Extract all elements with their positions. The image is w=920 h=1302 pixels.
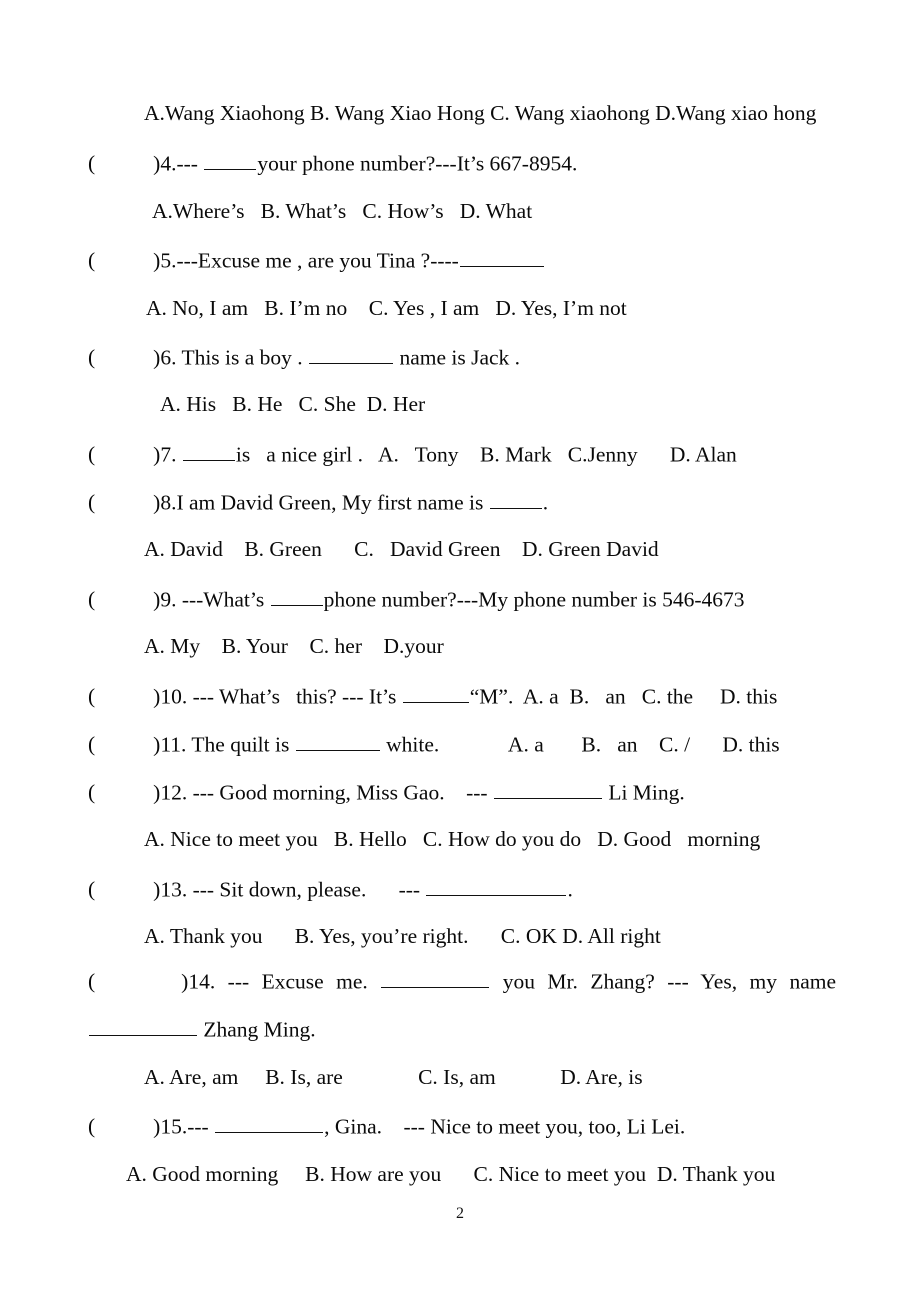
question-14-number: )14. [181, 969, 216, 994]
question-14-blank-1[interactable] [381, 967, 490, 989]
question-13-text-after: . [567, 877, 573, 902]
question-14-stem: ()14. --- Excuse me. you Mr. Zhang? --- … [88, 967, 836, 994]
question-5-blank[interactable] [459, 246, 544, 268]
question-10-blank[interactable] [402, 682, 469, 704]
question-4-stem: ( )4.--- your phone number?---It’s 667-89… [88, 149, 577, 176]
question-9-options: A. My B. Your C. her D.your [144, 634, 444, 658]
question-15-blank[interactable] [215, 1112, 324, 1134]
question-14-w1: --- [227, 969, 250, 994]
question-15-options: A. Good morning B. How are you C. Nice t… [126, 1162, 776, 1186]
question-7-blank[interactable] [182, 440, 235, 462]
question-8-options: A. David B. Green C. David Green D. Gree… [144, 537, 659, 561]
question-5-text: )5.---Excuse me , are you Tina ?---- [153, 248, 459, 273]
question-6-stem: ( )6. This is a boy . name is Jack . [88, 343, 520, 370]
question-12-stem: ( )12. --- Good morning, Miss Gao. --- Li… [88, 778, 685, 805]
answer-bracket-open: ( [88, 151, 96, 176]
question-8-text-after: . [542, 490, 549, 515]
answer-bracket-open: ( [88, 490, 96, 515]
question-6-text-after: name is Jack . [394, 345, 521, 370]
question-14-options: A. Are, am B. Is, are C. Is, am D. Are, … [144, 1065, 643, 1089]
answer-bracket-open: ( [88, 345, 96, 370]
question-14-w10: name [789, 969, 837, 994]
question-14-w5: Mr. [547, 969, 578, 994]
question-10-stem: ( )10. --- What’s this? --- It’s “M”. A. … [88, 682, 777, 709]
answer-bracket-open: ( [88, 684, 96, 709]
question-13-stem: ( )13. --- Sit down, please. --- . [88, 875, 573, 902]
question-5-options: A. No, I am B. I’m no C. Yes , I am D. Y… [146, 296, 627, 320]
question-14-blank-2[interactable] [89, 1015, 197, 1037]
question-14-w8: Yes, [700, 969, 738, 994]
question-14-w4: you [502, 969, 535, 994]
question-6-options: A. His B. He C. She D. Her [160, 392, 426, 416]
question-9-text-after: phone number?---My phone number is 546-4… [323, 587, 745, 612]
question-11-stem: ( )11. The quilt is white. A. a B. an C. … [88, 730, 780, 757]
question-8-text-before: )8.I am David Green, My first name is [153, 490, 489, 515]
question-8-blank[interactable] [489, 488, 542, 510]
question-12-options: A. Nice to meet you B. Hello C. How do y… [144, 827, 761, 851]
question-13-options: A. Thank you B. Yes, you’re right. C. OK… [144, 924, 661, 948]
question-11-blank[interactable] [295, 730, 380, 752]
question-6-text-before: )6. This is a boy . [153, 345, 309, 370]
question-5-stem: ( )5.---Excuse me , are you Tina ?---- [88, 246, 545, 273]
question-15-stem: ( )15.--- , Gina. --- Nice to meet you, t… [88, 1112, 685, 1139]
question-7-number: )7. [153, 442, 182, 467]
answer-bracket-open: ( [88, 732, 96, 757]
question-13-blank[interactable] [426, 875, 567, 897]
question-3-options: A.Wang Xiaohong B. Wang Xiao Hong C. Wan… [144, 101, 817, 125]
question-12-text-before: )12. --- Good morning, Miss Gao. --- [153, 780, 493, 805]
question-7-text-and-options: is a nice girl . A. Tony B. Mark C.Jenny… [235, 442, 737, 467]
question-8-stem: ( )8.I am David Green, My first name is . [88, 488, 548, 515]
answer-bracket-open: ( [88, 969, 96, 994]
question-14-w7: --- [667, 969, 689, 994]
document-page: A.Wang Xiaohong B. Wang Xiao Hong C. Wan… [0, 0, 920, 1302]
question-4-blank[interactable] [204, 149, 257, 171]
question-14-w2: Excuse [261, 969, 324, 994]
answer-bracket-open: ( [88, 442, 96, 467]
question-4-text-before: )4.--- [153, 151, 204, 176]
question-15-text-before: )15.--- [153, 1114, 215, 1139]
answer-bracket-open: ( [88, 877, 96, 902]
question-7-stem: ( )7. is a nice girl . A. Tony B. Mark C.… [88, 440, 737, 467]
answer-bracket-open: ( [88, 587, 96, 612]
answer-bracket-open: ( [88, 780, 96, 805]
question-9-blank[interactable] [270, 585, 323, 607]
question-11-text-after: white. A. a B. an C. / D. this [380, 732, 780, 757]
question-11-text-before: )11. The quilt is [153, 732, 295, 757]
page-number: 2 [456, 1205, 464, 1222]
question-6-blank[interactable] [309, 343, 394, 365]
question-10-text-before: )10. --- What’s this? --- It’s [153, 684, 402, 709]
question-9-stem: ( )9. ---What’s phone number?---My phone … [88, 585, 745, 612]
answer-bracket-open: ( [88, 248, 96, 273]
question-14-w6: Zhang? [590, 969, 655, 994]
question-14-w3: me. [336, 969, 368, 994]
question-4-options: A.Where’s B. What’s C. How’s D. What [152, 199, 533, 223]
question-12-text-after: Li Ming. [602, 780, 685, 805]
question-9-text-before: )9. ---What’s [153, 587, 270, 612]
question-14-w9: my [749, 969, 778, 994]
answer-bracket-open: ( [88, 1114, 96, 1139]
question-10-text-after: “M”. A. a B. an C. the D. this [469, 684, 778, 709]
question-13-text-before: )13. --- Sit down, please. --- [153, 877, 426, 902]
question-4-text-after: your phone number?---It’s 667-8954. [257, 151, 578, 176]
question-12-blank[interactable] [493, 778, 602, 800]
question-15-text-after: , Gina. --- Nice to meet you, too, Li Le… [324, 1114, 686, 1139]
question-14-continuation-text: Zhang Ming. [198, 1017, 316, 1042]
question-14-stem-continued: Zhang Ming. [88, 1015, 316, 1042]
